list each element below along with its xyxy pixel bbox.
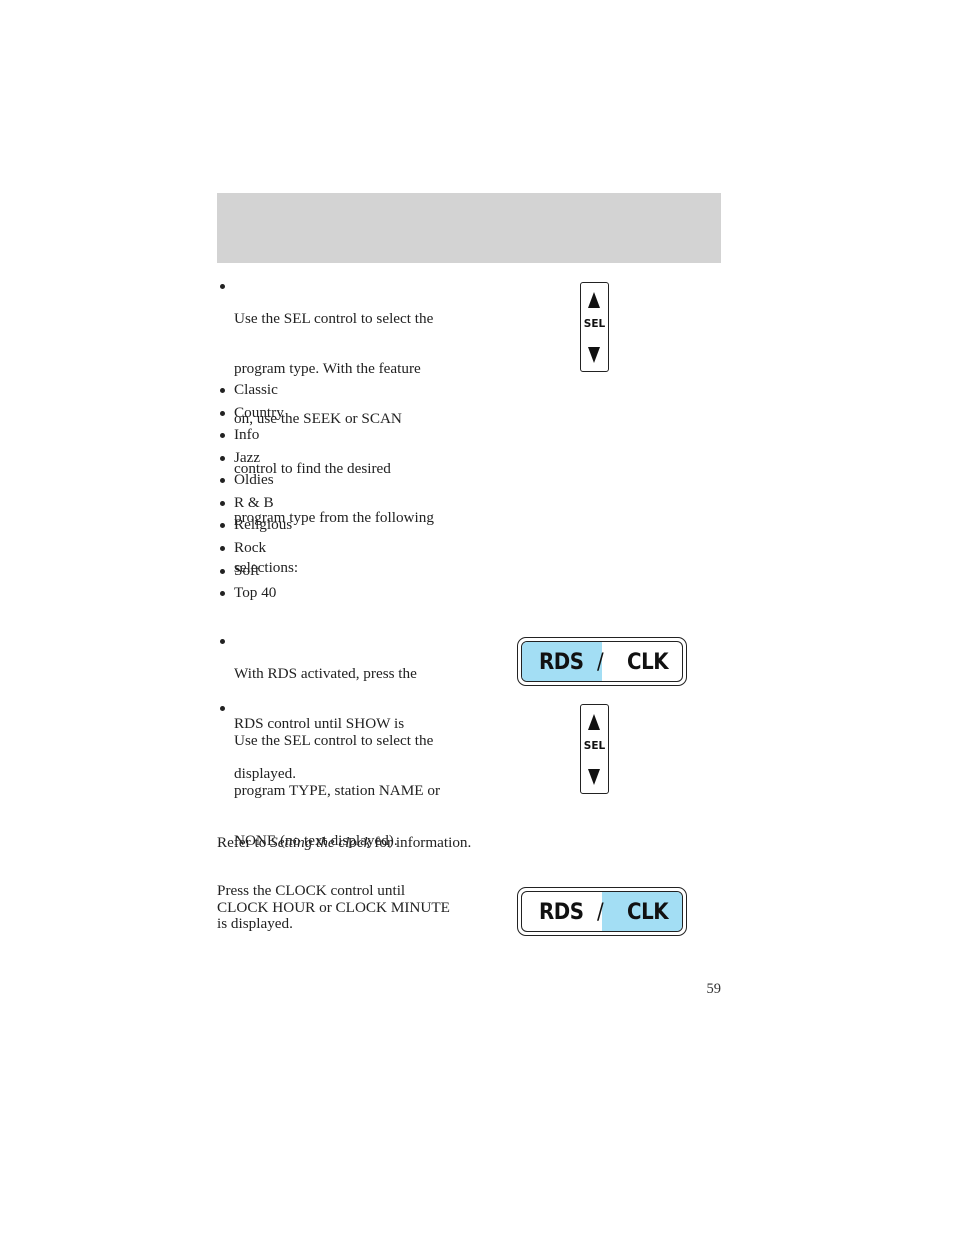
- refer-prefix: Refer to: [217, 834, 271, 851]
- list-item-label: Religious: [234, 516, 293, 533]
- text-line: With RDS activated, press the: [234, 665, 417, 683]
- press-clock-paragraph: Press the CLOCK control until CLOCK HOUR…: [217, 882, 450, 933]
- sel-label: SEL: [583, 740, 606, 752]
- rds-clk-control-illustration: RDS / CLK: [517, 887, 687, 936]
- bullet-text: Use the SEL control to select the progra…: [234, 278, 434, 610]
- setting-the-clock-reference: Setting the clock: [270, 834, 371, 851]
- sel-control-illustration: SEL: [580, 704, 609, 794]
- arrow-down-icon: [588, 347, 600, 363]
- rds-label: RDS: [539, 650, 584, 675]
- list-item-label: R & B: [234, 494, 274, 511]
- list-item-label: Soft: [234, 562, 260, 579]
- arrow-up-icon: [588, 292, 600, 308]
- sel-control-illustration: SEL: [580, 282, 609, 372]
- section-header-band: [217, 193, 721, 263]
- list-item-label: Info: [234, 426, 260, 443]
- rds-clk-inner: RDS / CLK: [521, 891, 683, 932]
- clk-label: CLK: [627, 650, 669, 675]
- page-number: 59: [706, 981, 722, 997]
- sel-label: SEL: [583, 318, 606, 330]
- list-item-label: Rock: [234, 539, 267, 556]
- rds-clk-control-illustration: RDS / CLK: [517, 637, 687, 686]
- bullet-text: Use the SEL control to select the progra…: [234, 700, 440, 883]
- rds-clk-inner: RDS / CLK: [521, 641, 683, 682]
- arrow-up-icon: [588, 714, 600, 730]
- refer-suffix: for information.: [370, 834, 472, 851]
- text-line: Press the CLOCK control until: [217, 882, 406, 899]
- refer-setting-clock: Refer to Setting the clock for informati…: [217, 834, 471, 852]
- arrow-down-icon: [588, 769, 600, 785]
- rds-label: RDS: [539, 900, 584, 925]
- text-line: Use the SEL control to select the: [234, 732, 434, 750]
- clk-label: CLK: [627, 900, 669, 925]
- list-item-label: Jazz: [234, 449, 261, 466]
- list-item-label: Top 40: [234, 584, 277, 601]
- text-line: Use the SEL control to select the: [234, 310, 434, 328]
- list-item-label: Country: [234, 404, 284, 421]
- text-line: is displayed.: [217, 915, 293, 933]
- slash-separator: /: [597, 650, 604, 675]
- list-item-label: Classic: [234, 381, 278, 398]
- text-line: CLOCK HOUR or CLOCK MINUTE: [217, 898, 450, 916]
- text-line: program type. With the feature: [234, 359, 421, 377]
- text-line: selections:: [234, 559, 299, 577]
- text-line: program TYPE, station NAME or: [234, 781, 440, 799]
- slash-separator: /: [597, 900, 604, 925]
- list-item-label: Oldies: [234, 471, 274, 488]
